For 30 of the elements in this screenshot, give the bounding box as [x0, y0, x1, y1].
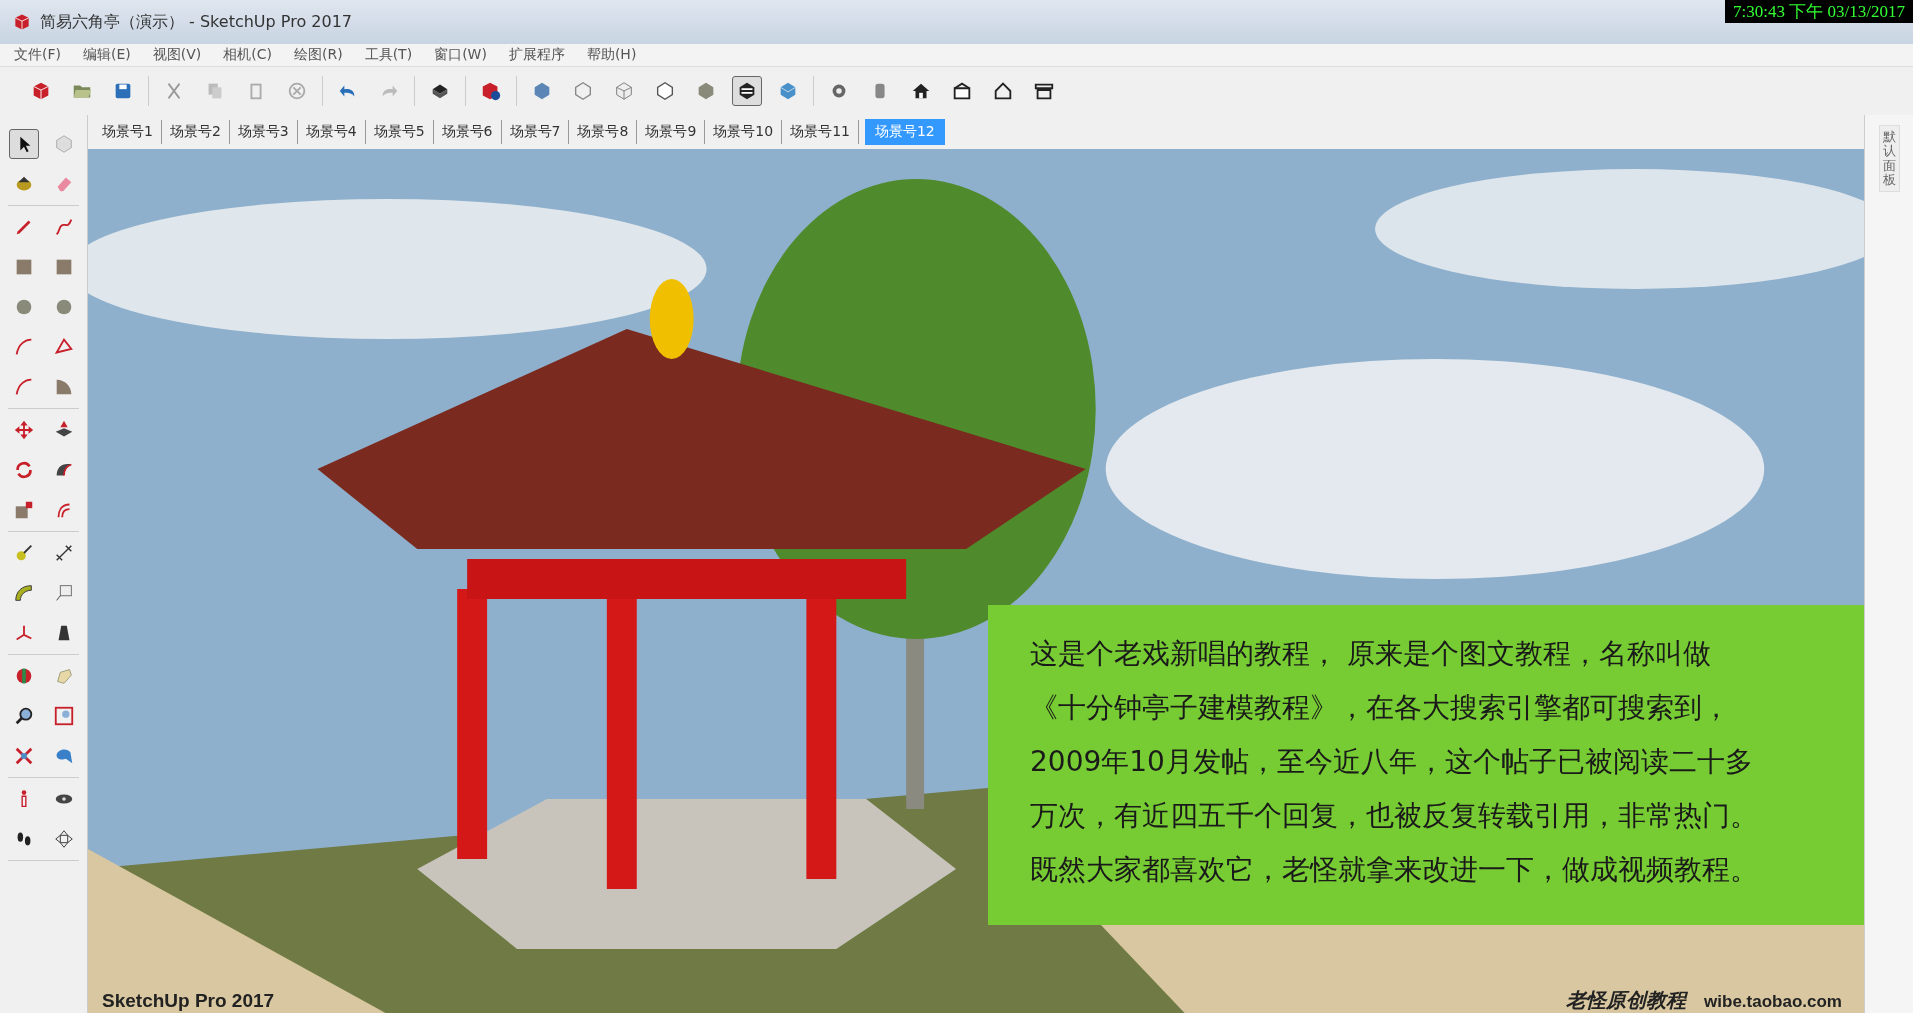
menu-item[interactable]: 帮助(H)	[586, 46, 637, 64]
window-title: 简易六角亭（演示） - SketchUp Pro 2017	[40, 11, 352, 33]
note-text: 这是个老戏新唱的教程， 原来是个图文教程，名称叫做 《十分钟亭子建模教程》，在各大搜索引擎都可搜索到， 2009年10月发帖，至今近八年，这个帖子已被阅读二十多 万次，有近四五千个回复，也被反复转载引用，非常热门。 既然大家都喜欢它，老怪就拿来改进一下，做成视频教程。	[1030, 636, 1759, 888]
pointer-icon[interactable]	[8, 129, 39, 159]
scene-tab[interactable]: 场景号2	[161, 120, 230, 144]
menu-item[interactable]: 扩展程序	[508, 46, 565, 64]
panel-tab[interactable]: 默认面板	[1878, 125, 1900, 193]
menu-item[interactable]: 编辑(E)	[83, 46, 131, 64]
app-logo-icon	[12, 12, 32, 32]
menu-item[interactable]: 相机(C)	[223, 46, 272, 64]
striped-box-icon[interactable]	[732, 76, 762, 106]
scene-tab[interactable]: 场景号1	[94, 120, 162, 144]
menu-item[interactable]: 工具(T)	[364, 46, 413, 64]
scene-tab[interactable]: 场景号6	[433, 120, 502, 144]
menu-item[interactable]: 绘图(R)	[294, 46, 343, 64]
author-text: 老怪原创教程	[1566, 987, 1687, 1013]
menu-item[interactable]: 视图(V)	[152, 46, 202, 64]
scene-tab[interactable]: 场景号11	[782, 120, 859, 144]
scene-tab[interactable]: 场景号10	[705, 120, 783, 144]
menu-item[interactable]: 文件(F)	[14, 46, 61, 64]
scene-tab[interactable]: 场景号3	[229, 120, 298, 144]
scene-tab[interactable]: 场景号8	[569, 120, 638, 144]
scene-tab[interactable]: 场景号4	[297, 120, 366, 144]
scene-tab[interactable]: 场景号7	[501, 120, 570, 144]
site-text: wibe.taobao.com	[1704, 992, 1842, 1012]
menu-item[interactable]: 窗口(W)	[434, 46, 487, 64]
clock: 7:30:43 下午 03/13/2017	[1725, 0, 1913, 23]
watermark-text: SketchUp Pro 2017	[102, 990, 275, 1012]
scene-tab[interactable]: 场景号5	[365, 120, 434, 144]
scene-tab[interactable]: 场景号9	[637, 120, 706, 144]
